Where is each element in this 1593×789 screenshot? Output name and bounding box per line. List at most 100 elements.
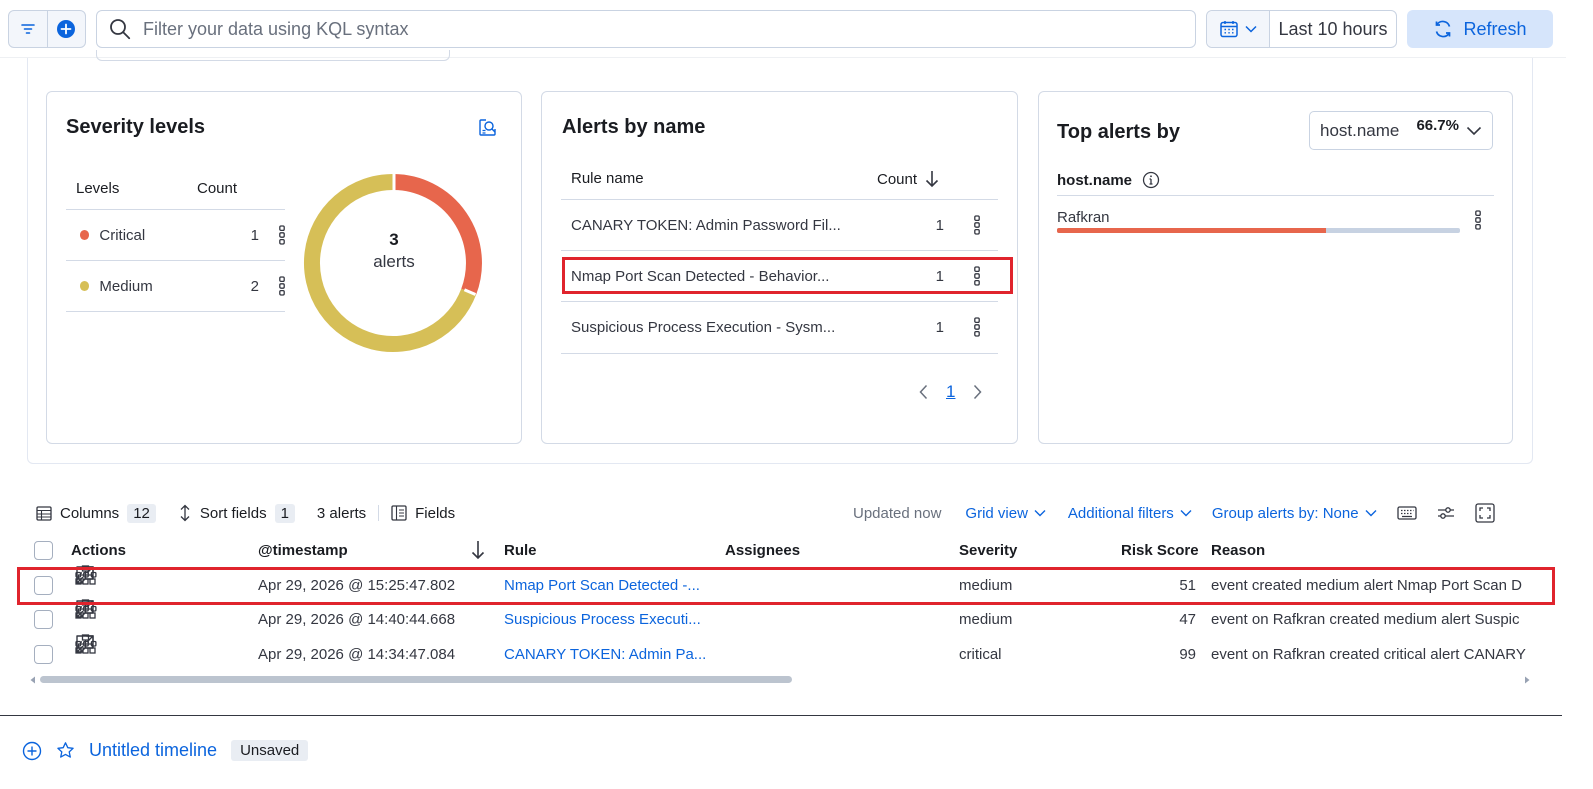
row-actions-button[interactable] xyxy=(279,276,285,296)
inspect-icon xyxy=(479,119,496,136)
filter-icon xyxy=(20,24,35,34)
timeline-title[interactable]: Untitled timeline xyxy=(89,740,217,761)
grid-view-dropdown[interactable]: Grid view xyxy=(965,505,1046,522)
keyboard-icon xyxy=(1396,506,1417,520)
calendar-icon xyxy=(1220,21,1238,38)
alert-rule-name: Nmap Port Scan Detected - Behavior... xyxy=(571,267,830,285)
row-checkbox[interactable] xyxy=(34,610,53,629)
more-actions-button[interactable] xyxy=(75,571,97,579)
refresh-button[interactable]: Refresh xyxy=(1407,10,1553,48)
medium-dot-icon xyxy=(80,281,90,291)
donut-unit: alerts xyxy=(373,252,415,271)
row-rule-link[interactable]: CANARY TOKEN: Admin Pa... xyxy=(504,646,706,663)
row-severity: critical xyxy=(959,646,1002,663)
select-all-checkbox[interactable] xyxy=(34,541,53,560)
horizontal-dots-icon xyxy=(75,640,97,647)
count-column-header[interactable]: Count xyxy=(877,170,939,188)
row-risk-score: 99 xyxy=(1179,646,1196,663)
filter-menu-button[interactable] xyxy=(9,11,47,47)
fullscreen-button[interactable] xyxy=(1474,503,1495,523)
risk-score-column-header[interactable]: Risk Score xyxy=(1121,542,1199,559)
alert-rule-name: Suspicious Process Execution - Sysm... xyxy=(571,318,836,336)
row-rule-link[interactable]: Nmap Port Scan Detected -... xyxy=(504,577,700,594)
donut-center-label: 3 alerts xyxy=(301,230,487,272)
scrollbar-thumb[interactable] xyxy=(40,676,792,683)
fields-button[interactable]: Fields xyxy=(391,505,455,522)
severity-count: 2 xyxy=(250,277,259,295)
host-percentage-bar xyxy=(1057,228,1460,233)
sort-fields-label: Sort fields xyxy=(199,504,267,522)
page-number-button[interactable]: 1 xyxy=(946,382,955,402)
fields-label: Fields xyxy=(415,504,456,522)
chevron-down-icon xyxy=(1365,510,1377,517)
previous-page-button[interactable] xyxy=(919,384,928,400)
time-range-label[interactable]: Last 10 hours xyxy=(1270,11,1396,47)
timestamp-column-header[interactable]: @timestamp xyxy=(258,542,348,559)
severity-column-header[interactable]: Severity xyxy=(959,542,1017,559)
reason-column-header[interactable]: Reason xyxy=(1211,542,1265,559)
row-checkbox[interactable] xyxy=(34,576,53,595)
vertical-dots-icon xyxy=(974,215,980,235)
chevron-right-icon xyxy=(974,384,982,400)
row-rule-link[interactable]: Suspicious Process Executi... xyxy=(504,611,701,628)
count-column-header: Count xyxy=(197,180,238,197)
new-timeline-button[interactable] xyxy=(22,741,42,761)
vertical-dots-icon xyxy=(279,276,285,296)
grid-toolbar: Columns 12 Sort fields 1 3 alerts Fields xyxy=(36,503,455,523)
row-reason: event created medium alert Nmap Port Sca… xyxy=(1211,577,1522,594)
timestamp-sort-indicator[interactable] xyxy=(471,540,485,560)
row-actions-button[interactable] xyxy=(974,215,980,235)
add-filter-button[interactable] xyxy=(46,11,86,47)
favorite-timeline-button[interactable] xyxy=(56,741,75,760)
row-severity: medium xyxy=(959,577,1013,594)
top-alerts-divider xyxy=(1057,195,1494,196)
scroll-right-arrow-icon[interactable] xyxy=(1524,676,1530,684)
display-settings-button[interactable] xyxy=(1437,506,1455,520)
fullscreen-icon xyxy=(1474,503,1495,523)
quick-select-button[interactable] xyxy=(1207,11,1270,47)
chevron-down-icon xyxy=(1245,25,1257,33)
unsaved-badge: Unsaved xyxy=(231,740,309,761)
table-row: Apr 29, 2026 @ 14:34:47.084 CANARY TOKEN… xyxy=(28,634,1558,672)
toolbar-separator xyxy=(378,505,380,521)
row-reason: event on Rafkran created critical alert … xyxy=(1211,646,1526,663)
sort-fields-button[interactable]: Sort fields 1 xyxy=(178,503,295,523)
alerts-count: 3 alerts xyxy=(316,504,367,522)
plus-circle-icon xyxy=(22,741,42,760)
field-label: host.name xyxy=(1057,171,1133,189)
row-actions-button[interactable] xyxy=(1475,210,1481,230)
more-actions-button[interactable] xyxy=(75,640,97,648)
alert-name-row: CANARY TOKEN: Admin Password Fil... 1 xyxy=(561,199,998,250)
row-actions-button[interactable] xyxy=(974,266,980,286)
chevron-left-icon xyxy=(919,384,928,400)
timeline-controls: Untitled timeline Unsaved xyxy=(22,740,309,761)
row-checkbox[interactable] xyxy=(34,645,53,664)
chevron-down-icon xyxy=(1466,126,1482,135)
alerts-by-name-card: Alerts by name Rule name Count CANARY TO… xyxy=(541,91,1018,444)
sort-count-badge: 1 xyxy=(274,503,295,523)
horizontal-dots-icon xyxy=(75,571,97,578)
assignees-column-header[interactable]: Assignees xyxy=(725,542,800,559)
rule-column-header[interactable]: Rule xyxy=(504,542,537,559)
kql-search-input[interactable] xyxy=(143,18,1195,40)
next-page-button[interactable] xyxy=(973,384,982,400)
columns-button[interactable]: Columns 12 xyxy=(36,503,156,523)
severity-row-critical: Critical 1 xyxy=(66,209,285,260)
star-icon xyxy=(57,742,74,758)
settings-sliders-icon xyxy=(1437,507,1454,519)
info-icon[interactable] xyxy=(1142,171,1160,189)
severity-level-label: Medium xyxy=(99,277,153,295)
horizontal-scrollbar[interactable] xyxy=(30,676,1532,684)
scroll-left-arrow-icon[interactable] xyxy=(30,676,36,684)
fields-list-icon xyxy=(391,505,407,521)
severity-levels-card: Severity levels Levels Count Critical 1 … xyxy=(46,91,522,444)
more-actions-button[interactable] xyxy=(75,605,97,613)
group-alerts-dropdown[interactable]: Group alerts by: None xyxy=(1212,505,1377,522)
updated-status: Updated now xyxy=(853,504,942,522)
keyboard-shortcuts-button[interactable] xyxy=(1396,506,1417,520)
inspect-button[interactable] xyxy=(478,118,497,137)
alert-count: 1 xyxy=(935,318,944,336)
row-actions-button[interactable] xyxy=(279,225,285,245)
row-actions-button[interactable] xyxy=(974,317,980,337)
additional-filters-dropdown[interactable]: Additional filters xyxy=(1068,505,1192,522)
